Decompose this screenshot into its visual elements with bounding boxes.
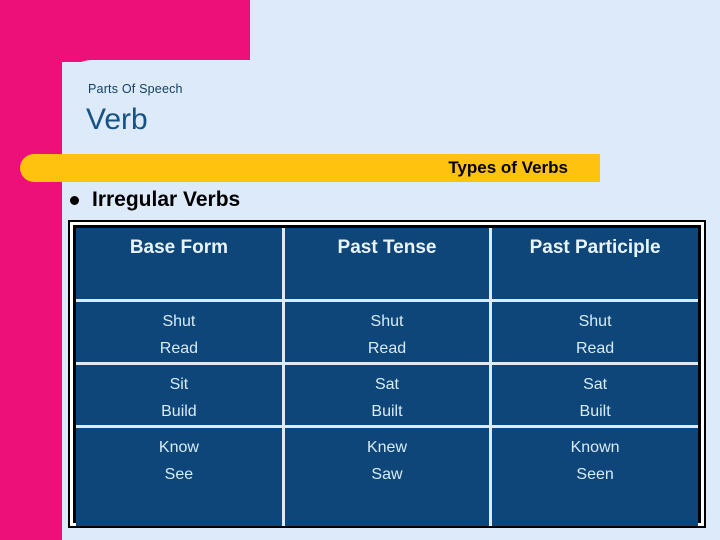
bullet-list-item: Irregular Verbs <box>70 188 240 212</box>
cell-line: Built <box>579 402 611 420</box>
column-header-past-tense: Past Tense <box>283 228 493 302</box>
cell-base-form: Know See <box>76 426 285 526</box>
cell-line: Read <box>159 339 199 357</box>
cell-past-tense: Knew Saw <box>283 426 493 526</box>
cell-base-form: Shut Read <box>76 300 285 365</box>
bullet-list-item-label: Irregular Verbs <box>92 188 241 211</box>
column-header-base-form: Base Form <box>76 228 285 302</box>
cell-line: Shut <box>370 312 404 330</box>
pink-decoration-stripe <box>0 58 62 540</box>
content-panel <box>62 60 720 160</box>
table-header-row: Base Form Past Tense Past Participle <box>76 228 698 302</box>
cell-line: Know <box>158 438 199 456</box>
verbs-table-frame: Base Form Past Tense Past Participle Shu… <box>68 220 706 528</box>
slide-canvas: Parts Of Speech Verb Types of Verbs Irre… <box>0 0 720 540</box>
cell-past-tense: Shut Read <box>283 300 493 365</box>
cell-past-participle: Shut Read <box>490 300 698 365</box>
table-row: Shut Read Shut Read Shut Read <box>76 300 698 365</box>
pink-decoration-block <box>0 0 250 62</box>
cell-base-form: Sit Build <box>76 363 285 428</box>
table-header: Base Form Past Tense Past Participle <box>76 228 698 302</box>
verbs-table-inner-frame: Base Form Past Tense Past Participle Shu… <box>73 225 701 526</box>
table-row: Sit Build Sat Built Sat Built <box>76 363 698 428</box>
cell-line: Sat <box>374 375 399 393</box>
cell-line: Shut <box>162 312 196 330</box>
page-title: Verb <box>86 103 148 136</box>
cell-line: Sat <box>583 375 608 393</box>
column-header-past-participle: Past Participle <box>490 228 698 302</box>
cell-line: Knew <box>366 438 407 456</box>
cell-line: Shut <box>578 312 612 330</box>
cell-line: Read <box>575 339 615 357</box>
cell-past-participle: Known Seen <box>490 426 698 526</box>
cell-line: Seen <box>576 465 614 483</box>
table-row: Know See Knew Saw Known Seen <box>76 426 698 526</box>
cell-line: Read <box>367 339 407 357</box>
irregular-verbs-table: Base Form Past Tense Past Participle Shu… <box>76 228 698 526</box>
bullet-dot-icon <box>70 195 79 205</box>
cell-past-participle: Sat Built <box>490 363 698 428</box>
cell-line: See <box>164 465 194 483</box>
slide-kicker: Parts Of Speech <box>88 82 183 96</box>
cell-line: Saw <box>371 465 403 483</box>
cell-past-tense: Sat Built <box>283 363 493 428</box>
cell-line: Sit <box>169 375 189 393</box>
section-banner: Types of Verbs <box>20 154 600 182</box>
cell-line: Built <box>371 402 403 420</box>
table-body: Shut Read Shut Read Shut Read Sit Build … <box>76 300 698 526</box>
cell-line: Build <box>161 402 197 420</box>
cell-line: Known <box>570 438 620 456</box>
section-banner-label: Types of Verbs <box>448 158 568 177</box>
